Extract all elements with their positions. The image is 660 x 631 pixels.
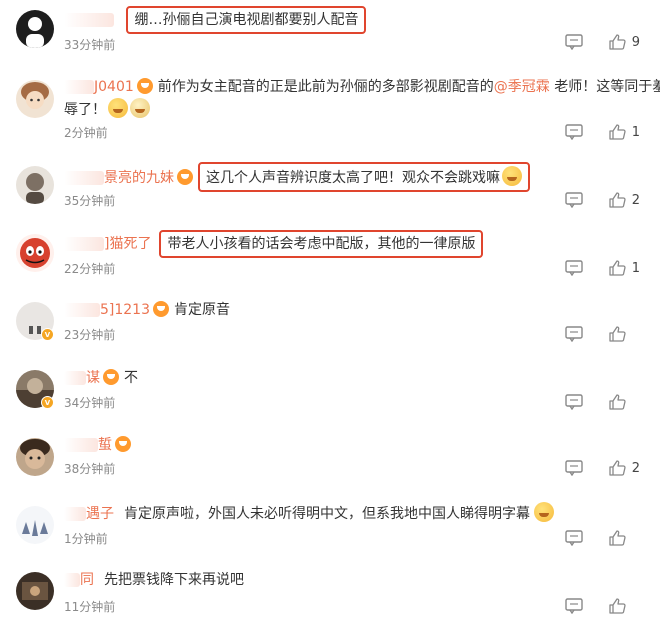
like-count: 9 [631,34,640,50]
thumbs-up-icon [609,394,626,410]
avatar[interactable] [16,166,54,204]
comment-text: 带老人小孩看的话会考虑中配版，其他的一律原版 [159,230,484,258]
comment-icon [565,124,583,140]
like-button[interactable]: 2 [609,192,640,208]
like-button[interactable]: 2 [609,460,640,476]
timestamp: 2分钟前 [64,126,108,140]
thumbs-up-icon [609,598,626,614]
username[interactable]: ]猫死了 [64,236,151,252]
comment-icon [565,260,583,276]
member-badge-icon [153,301,169,317]
thumbs-up-icon [609,530,626,546]
like-button[interactable]: 1 [609,260,640,276]
avatar[interactable] [16,438,54,476]
avatar[interactable] [16,10,54,48]
thumbs-up-icon [609,260,626,276]
comment-text: 不 [124,370,138,386]
comment-icon [565,598,583,614]
username[interactable]: 遇子 [64,506,114,522]
mention-link[interactable]: @季冠霖 [494,79,550,95]
timestamp: 23分钟前 [64,328,116,342]
avatar[interactable] [16,234,54,272]
reply-button[interactable] [565,326,583,342]
emoji-icon [502,166,522,186]
reply-button[interactable] [565,34,583,50]
emoji-icon [130,98,150,118]
thumbs-up-icon [609,192,626,208]
timestamp: 33分钟前 [64,38,116,52]
timestamp: 34分钟前 [64,396,116,410]
comment-text: 这几个人声音辨识度太高了吧！观众不会跳戏嘛 [198,162,530,192]
username[interactable] [64,13,114,27]
member-badge-icon [177,169,193,185]
verified-badge-icon: V [41,396,54,409]
comment-text-cont: 老师！这等同于羞 [549,79,660,95]
avatar[interactable] [16,506,54,544]
reply-button[interactable] [565,530,583,546]
comment-text-line2: 辱了！ [64,102,106,118]
member-badge-icon [115,436,131,452]
comment-text: 绷…孙俪自己演电视剧都要别人配音 [126,6,367,34]
timestamp: 35分钟前 [64,194,116,208]
emoji-icon [108,98,128,118]
username[interactable]: 5]1213 [64,302,150,318]
reply-button[interactable] [565,124,583,140]
comment-text: 先把票钱降下来再说吧 [104,572,244,588]
username[interactable]: 同 [64,572,94,588]
thumbs-up-icon [609,326,626,342]
timestamp: 11分钟前 [64,600,116,614]
avatar[interactable] [16,80,54,118]
emoji-icon [534,502,554,522]
username[interactable]: 谋 [64,370,100,386]
member-badge-icon [136,78,153,94]
timestamp: 38分钟前 [64,462,116,476]
comment-icon [565,530,583,546]
avatar[interactable] [16,572,54,610]
comment-text: 肯定原声啦，外国人未必听得明中文，但系我地中国人睇得明字幕 [124,506,530,522]
comment-icon [565,394,583,410]
username[interactable]: 蜇 [64,437,112,453]
like-button[interactable] [609,394,640,410]
comment-text: 前作为女主配音的正是此前为孙俪的多部影视剧配音的 [157,79,494,95]
timestamp: 22分钟前 [64,262,116,276]
comment-icon [565,192,583,208]
like-count: 1 [631,260,640,276]
like-count: 1 [631,124,640,140]
reply-button[interactable] [565,192,583,208]
username[interactable]: J0401 [64,79,134,95]
reply-button[interactable] [565,394,583,410]
comment-feed: 绷…孙俪自己演电视剧都要别人配音 33分钟前 9 J0401 前作为女主配音的正是… [0,0,660,631]
username[interactable]: 景亮的九妹 [64,170,174,186]
thumbs-up-icon [609,460,626,476]
reply-button[interactable] [565,460,583,476]
like-button[interactable] [609,598,640,614]
reply-button[interactable] [565,598,583,614]
like-button[interactable]: 1 [609,124,640,140]
comment-icon [565,460,583,476]
thumbs-up-icon [609,34,626,50]
like-button[interactable] [609,326,640,342]
like-count: 2 [631,460,640,476]
reply-button[interactable] [565,260,583,276]
like-count: 2 [631,192,640,208]
comment-icon [565,326,583,342]
comment-text: 肯定原音 [174,302,230,318]
comment-icon [565,34,583,50]
like-button[interactable] [609,530,640,546]
member-badge-icon [103,369,119,385]
verified-badge-icon: V [41,328,54,341]
thumbs-up-icon [609,124,626,140]
timestamp: 1分钟前 [64,532,108,546]
like-button[interactable]: 9 [609,34,640,50]
